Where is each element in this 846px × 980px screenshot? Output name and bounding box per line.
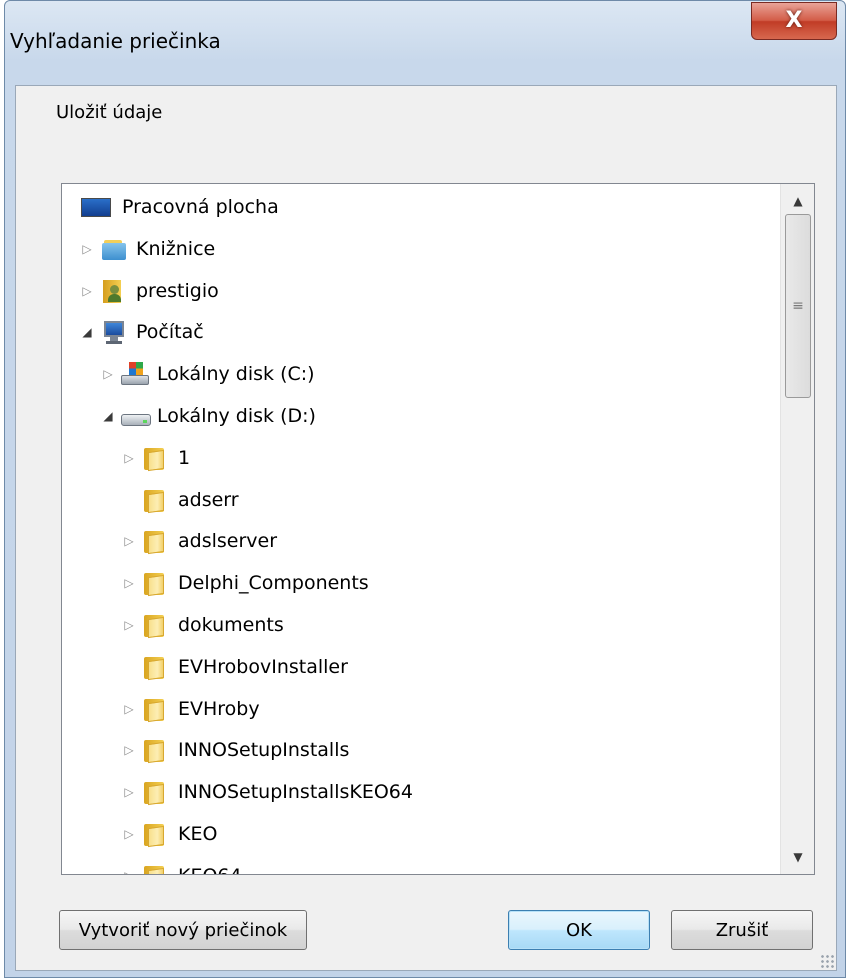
- scroll-down-arrow[interactable]: ▼: [781, 840, 814, 874]
- tree-item[interactable]: ▷ Delphi_Components: [120, 565, 369, 601]
- folder-icon: [142, 780, 168, 806]
- folder-icon: [142, 529, 168, 555]
- expand-arrow-icon[interactable]: ▷: [120, 574, 138, 592]
- tree-item-label: EVHrobovInstaller: [178, 655, 348, 678]
- folder-icon: [142, 446, 168, 471]
- tree-item-label: INNOSetupInstalls: [178, 739, 350, 762]
- folder-browse-dialog: Vyhľadanie priečinka X Uložiť údaje Prac…: [4, 0, 846, 978]
- folder-icon: [142, 738, 168, 764]
- vertical-scrollbar[interactable]: ▲ ≡ ▼: [780, 184, 814, 874]
- scroll-up-arrow[interactable]: ▲: [781, 184, 814, 218]
- tree-item-label: INNOSetupInstallsKEO64: [178, 781, 413, 804]
- computer-icon: [100, 320, 126, 345]
- expand-arrow-icon[interactable]: ▷: [120, 449, 138, 467]
- tree-item[interactable]: ◢ Lokálny disk (D:): [99, 398, 316, 434]
- tree-item[interactable]: EVHrobovInstaller: [120, 649, 348, 685]
- dialog-description: Uložiť údaje: [56, 102, 163, 123]
- collapse-arrow-icon[interactable]: ◢: [99, 407, 117, 425]
- dialog-title: Vyhľadanie priečinka: [10, 29, 221, 53]
- desktop-icon: [80, 195, 112, 219]
- expand-arrow-icon[interactable]: ▷: [120, 825, 138, 843]
- tree-item-label: Lokálny disk (C:): [157, 363, 315, 386]
- tree-item[interactable]: ▷ KEO64: [120, 858, 242, 874]
- tree-item-label: Delphi_Components: [178, 572, 369, 595]
- expander-placeholder: [120, 658, 138, 676]
- expand-arrow-icon[interactable]: ▷: [120, 616, 138, 634]
- folder-icon: [142, 655, 168, 680]
- close-button[interactable]: X: [751, 2, 837, 40]
- expand-arrow-icon[interactable]: ▷: [78, 240, 96, 258]
- expand-arrow-icon[interactable]: ▷: [78, 282, 96, 300]
- folder-icon: [142, 697, 168, 722]
- dialog-body: Uložiť údaje Pracovná plocha ▷ Knižnice ▷ pr…: [15, 85, 837, 971]
- tree-item[interactable]: ▷ adslserver: [120, 523, 277, 559]
- ok-button[interactable]: OK: [508, 910, 650, 950]
- tree-item-label: Lokálny disk (D:): [157, 405, 316, 427]
- user-folder-icon: [100, 279, 126, 303]
- system-drive-icon: [121, 362, 149, 386]
- tree-item-label: dokuments: [178, 614, 284, 636]
- tree-item[interactable]: ▷ EVHroby: [120, 691, 260, 727]
- new-folder-button[interactable]: Vytvoriť nový priečinok: [59, 910, 307, 950]
- cancel-button[interactable]: Zrušiť: [671, 910, 813, 950]
- tree-item[interactable]: ▷ KEO: [120, 816, 217, 852]
- folder-icon: [142, 822, 168, 848]
- tree-item-label: 1: [178, 446, 191, 469]
- tree-item[interactable]: ▷ INNOSetupInstallsKEO64: [120, 774, 413, 810]
- expander-placeholder: [120, 491, 138, 509]
- scroll-grip-icon: ≡: [792, 298, 804, 314]
- tree-item[interactable]: Pracovná plocha: [76, 189, 279, 225]
- tree-item[interactable]: ▷ prestigio: [78, 273, 219, 309]
- folder-icon: [142, 613, 168, 639]
- tree-item-label: prestigio: [136, 279, 219, 302]
- tree-item[interactable]: ◢ Počítač: [78, 314, 204, 350]
- tree-item[interactable]: ▷ INNOSetupInstalls: [120, 732, 349, 768]
- tree-item-label: Počítač: [136, 321, 204, 344]
- collapse-arrow-icon[interactable]: ◢: [78, 323, 96, 341]
- folder-icon: [142, 864, 168, 874]
- close-icon: X: [785, 8, 803, 33]
- folder-tree-list: Pracovná plocha ▷ Knižnice ▷ prestigio ◢ Počít…: [62, 184, 780, 874]
- tree-item-label: KEO: [178, 823, 218, 845]
- scroll-thumb[interactable]: ≡: [785, 214, 811, 398]
- tree-item-label: KEO64: [178, 865, 242, 874]
- tree-item[interactable]: ▷ dokuments: [120, 607, 284, 643]
- library-icon: [100, 237, 126, 261]
- tree-item[interactable]: ▷ Knižnice: [78, 231, 215, 267]
- folder-icon: [142, 571, 168, 597]
- tree-item-label: adslserver: [178, 530, 278, 553]
- drive-icon: [121, 404, 151, 428]
- expand-arrow-icon[interactable]: ▷: [120, 700, 138, 718]
- expand-arrow-icon[interactable]: ▷: [120, 867, 138, 874]
- tree-item[interactable]: ▷ 1: [120, 440, 190, 476]
- tree-item[interactable]: ▷ Lokálny disk (C:): [99, 356, 315, 392]
- folder-tree[interactable]: Pracovná plocha ▷ Knižnice ▷ prestigio ◢ Počít…: [61, 183, 815, 875]
- tree-item-label: adserr: [178, 488, 239, 511]
- tree-item[interactable]: adserr: [120, 482, 239, 518]
- tree-item-label: EVHroby: [178, 697, 260, 720]
- expand-arrow-icon[interactable]: ▷: [120, 741, 138, 759]
- tree-item-label: Knižnice: [136, 237, 216, 260]
- tree-item-label: Pracovná plocha: [122, 196, 279, 218]
- expand-arrow-icon[interactable]: ▷: [99, 365, 117, 383]
- expand-arrow-icon[interactable]: ▷: [120, 532, 138, 550]
- expand-arrow-icon[interactable]: ▷: [120, 783, 138, 801]
- title-bar[interactable]: Vyhľadanie priečinka X: [5, 1, 845, 85]
- resize-grip-icon[interactable]: [820, 954, 834, 968]
- folder-icon: [142, 488, 168, 513]
